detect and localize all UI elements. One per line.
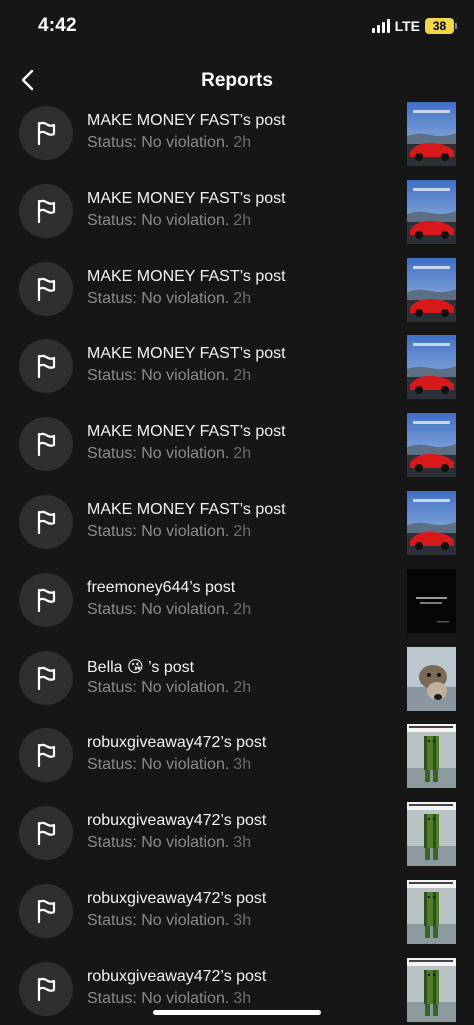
flag-icon <box>19 261 73 316</box>
flag-icon <box>19 572 73 627</box>
report-row[interactable]: MAKE MONEY FAST’s post Status: No violat… <box>0 413 474 495</box>
report-title: robuxgiveaway472’s post <box>87 890 267 907</box>
status-icons: LTE 38 <box>371 18 457 34</box>
report-row[interactable]: robuxgiveaway472’s post Status: No viola… <box>0 802 474 884</box>
report-row[interactable]: MAKE MONEY FAST’s post Status: No violat… <box>0 102 474 184</box>
signal-icon <box>371 19 390 33</box>
network-label: LTE <box>394 18 420 34</box>
post-thumbnail-car[interactable] <box>407 491 456 555</box>
post-thumbnail-car[interactable] <box>407 413 456 478</box>
status-text: Status: No violation. <box>87 367 230 385</box>
post-thumbnail-car[interactable] <box>407 102 456 166</box>
flag-icon <box>19 884 73 938</box>
report-title: robuxgiveaway472’s post <box>87 812 267 830</box>
report-time: 2h <box>233 134 252 151</box>
battery-level: 38 <box>432 19 447 33</box>
report-row[interactable]: freemoney644’s post Status: No violation… <box>0 568 474 651</box>
status-text: Status: No violation. <box>87 134 230 151</box>
report-title: MAKE MONEY FAST’s post <box>87 423 286 441</box>
report-time: 2h <box>233 678 252 696</box>
flag-icon <box>19 495 73 549</box>
report-row[interactable]: robuxgiveaway472’s post Status: No viola… <box>0 880 474 962</box>
report-row[interactable]: MAKE MONEY FAST’s post Status: No violat… <box>0 179 474 262</box>
report-list[interactable]: MAKE MONEY FAST’s post Status: No violat… <box>0 102 474 1025</box>
report-row[interactable]: MAKE MONEY FAST’s post Status: No violat… <box>0 335 474 417</box>
report-time: 2h <box>233 445 252 463</box>
report-time: 2h <box>233 211 252 229</box>
report-title: Bella 😘 ’s post <box>87 658 195 676</box>
post-thumbnail-robux[interactable] <box>407 957 456 1022</box>
report-status: Status: No violation. 2h <box>87 601 251 619</box>
report-time: 2h <box>233 289 252 307</box>
report-row[interactable]: MAKE MONEY FAST’s post Status: No violat… <box>0 257 474 340</box>
report-time: 2h <box>233 523 252 540</box>
post-thumbnail-robux[interactable] <box>407 802 456 867</box>
report-status: Status: No violation. 2h <box>87 212 251 230</box>
report-status: Status: No violation. 2h <box>87 445 251 463</box>
report-row[interactable]: robuxgiveaway472’s post Status: No viola… <box>0 957 474 1025</box>
report-status: Status: No violation. 3h <box>87 912 251 930</box>
flag-icon <box>19 106 73 160</box>
status-text: Status: No violation. <box>87 445 230 463</box>
report-title: MAKE MONEY FAST’s post <box>87 501 286 518</box>
status-time: 4:42 <box>38 15 77 36</box>
page-title: Reports <box>201 70 273 91</box>
report-status: Status: No violation. 2h <box>87 290 251 308</box>
post-thumbnail-robux[interactable] <box>407 880 456 944</box>
flag-icon <box>19 650 73 705</box>
report-row[interactable]: robuxgiveaway472’s post Status: No viola… <box>0 724 474 806</box>
report-status: Status: No violation. 2h <box>87 523 251 541</box>
post-thumbnail-car[interactable] <box>407 257 456 322</box>
status-text: Status: No violation. <box>87 756 230 774</box>
status-text: Status: No violation. <box>87 678 230 696</box>
report-status: Status: No violation. 3h <box>87 756 251 774</box>
report-title: MAKE MONEY FAST’s post <box>87 345 286 363</box>
battery-icon: 38 <box>425 18 457 34</box>
report-time: 2h <box>233 600 252 618</box>
report-status: Status: No violation. 2h <box>87 134 251 152</box>
post-thumbnail-dog[interactable] <box>407 646 456 711</box>
report-title: MAKE MONEY FAST’s post <box>87 267 286 285</box>
home-indicator[interactable] <box>153 1010 321 1015</box>
status-bar: 4:42 LTE 38 <box>0 0 474 56</box>
flag-icon <box>19 339 73 394</box>
report-status: Status: No violation. 2h <box>87 679 251 697</box>
status-text: Status: No violation. <box>87 834 230 852</box>
status-text: Status: No violation. <box>87 912 230 929</box>
report-title: robuxgiveaway472’s post <box>87 967 267 985</box>
flag-icon <box>19 183 73 238</box>
flag-icon <box>19 806 73 861</box>
report-row[interactable]: Bella 😘 ’s post Status: No violation. 2h <box>0 646 474 729</box>
report-title: freemoney644’s post <box>87 578 236 596</box>
report-status: Status: No violation. 3h <box>87 990 251 1008</box>
report-time: 3h <box>233 989 252 1007</box>
flag-icon <box>19 728 73 783</box>
post-thumbnail-car[interactable] <box>407 335 456 400</box>
report-title: robuxgiveaway472’s post <box>87 734 267 752</box>
report-title: MAKE MONEY FAST’s post <box>87 112 286 129</box>
report-status: Status: No violation. 3h <box>87 834 251 852</box>
post-thumbnail-dark[interactable] <box>407 568 456 633</box>
report-time: 3h <box>233 834 252 852</box>
report-time: 3h <box>233 756 252 774</box>
status-text: Status: No violation. <box>87 989 230 1007</box>
post-thumbnail-car[interactable] <box>407 179 456 244</box>
flag-icon <box>19 417 73 472</box>
report-row[interactable]: MAKE MONEY FAST’s post Status: No violat… <box>0 491 474 573</box>
report-title: MAKE MONEY FAST’s post <box>87 189 286 207</box>
report-time: 2h <box>233 367 252 385</box>
status-text: Status: No violation. <box>87 523 230 540</box>
report-status: Status: No violation. 2h <box>87 367 251 385</box>
status-text: Status: No violation. <box>87 289 230 307</box>
navigation-bar: Reports <box>0 60 474 104</box>
status-text: Status: No violation. <box>87 600 230 618</box>
post-thumbnail-robux[interactable] <box>407 724 456 789</box>
report-time: 3h <box>233 912 252 929</box>
flag-icon <box>19 961 73 1016</box>
status-text: Status: No violation. <box>87 211 230 229</box>
